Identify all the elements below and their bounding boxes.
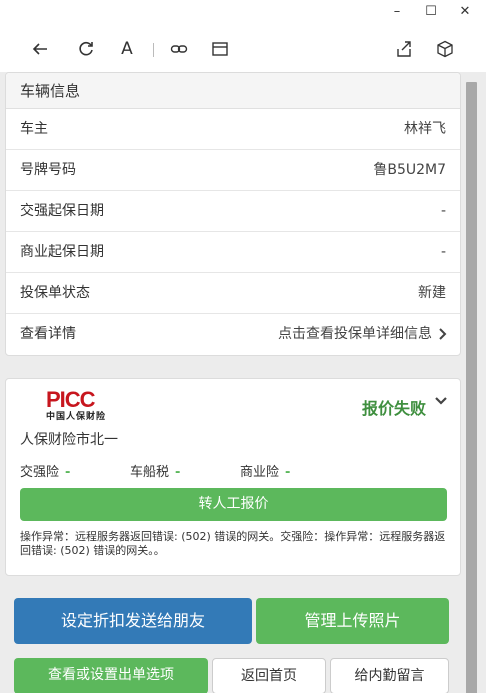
view-details-row[interactable]: 查看详情 点击查看投保单详细信息 [6,314,460,355]
picc-logo: PICC 中国人保财险 [46,389,126,423]
chevron-right-icon [438,314,448,354]
vehicle-tax-value: - [175,465,181,480]
policy-status-label: 投保单状态 [20,285,90,301]
vehicle-tax: 车船税 - [130,461,180,480]
company-name: 人保财险市北一 [20,432,118,448]
owner-label: 车主 [20,121,48,137]
back-home-button[interactable]: 返回首页 [212,658,326,693]
compulsory-start-value: - [440,203,446,219]
owner-row: 车主 林祥飞 [6,109,460,150]
commercial-insurance-value: - [285,465,291,480]
commercial-insurance: 商业险 - [240,461,290,480]
refresh-icon[interactable] [73,36,99,62]
share-icon[interactable] [391,36,417,62]
commercial-start-label: 商业起保日期 [20,244,104,260]
vehicle-tax-label: 车船税 [130,465,170,480]
share-discount-button[interactable]: 设定折扣发送给朋友 [14,598,252,644]
compulsory-insurance-value: - [65,465,71,480]
picc-logo-text: PICC [46,387,96,412]
card-icon[interactable] [207,36,233,62]
commercial-start-row: 商业起保日期 - [6,232,460,273]
compulsory-start-row: 交强起保日期 - [6,191,460,232]
picc-logo-subtext: 中国人保财险 [46,412,107,422]
view-details-link[interactable]: 点击查看投保单详细信息 [278,314,432,354]
view-options-button[interactable]: 查看或设置出单选项 [14,658,208,693]
policy-status-row: 投保单状态 新建 [6,273,460,314]
toolbar-divider [153,43,154,57]
compulsory-insurance: 交强险 - [20,461,70,480]
page-content: 车辆信息 车主 林祥飞 号牌号码 鲁B5U2M7 交强起保日期 - 商业起保日期… [0,72,486,693]
owner-value: 林祥飞 [404,121,446,137]
back-icon[interactable] [27,36,53,62]
error-message: 操作异常：远程服务器返回错误: (502) 错误的网关。交强险：操作异常：远程服… [20,530,446,557]
quote-status: 报价失败 [361,399,426,418]
vehicle-info-title: 车辆信息 [6,73,460,109]
minimize-button[interactable]: – [382,2,412,22]
browser-toolbar: A [0,26,486,72]
manage-photos-button[interactable]: 管理上传照片 [256,598,449,644]
maximize-button[interactable]: ☐ [416,2,446,22]
chevron-down-icon[interactable] [434,393,448,407]
compulsory-insurance-label: 交强险 [20,465,60,480]
leave-message-button[interactable]: 给内勤留言 [330,658,449,693]
vehicle-info-panel: 车辆信息 车主 林祥飞 号牌号码 鲁B5U2M7 交强起保日期 - 商业起保日期… [5,72,461,356]
commercial-insurance-label: 商业险 [240,465,280,480]
policy-status-value: 新建 [418,285,446,301]
link-icon[interactable] [166,36,192,62]
quote-panel: PICC 中国人保财险 人保财险市北一 报价失败 交强险 - 车船税 - 商业险 - … [5,378,461,576]
manual-quote-button[interactable]: 转人工报价 [20,488,447,521]
plate-label: 号牌号码 [20,162,76,178]
compulsory-start-label: 交强起保日期 [20,203,104,219]
close-button[interactable]: ✕ [450,2,480,22]
plate-row: 号牌号码 鲁B5U2M7 [6,150,460,191]
view-details-label: 查看详情 [20,326,76,342]
plate-value: 鲁B5U2M7 [373,162,446,178]
scrollbar-thumb[interactable] [466,82,477,693]
commercial-start-value: - [440,244,446,260]
cube-icon[interactable] [432,36,458,62]
window-title-bar: – ☐ ✕ [0,0,486,26]
font-size-icon[interactable]: A [114,36,140,62]
